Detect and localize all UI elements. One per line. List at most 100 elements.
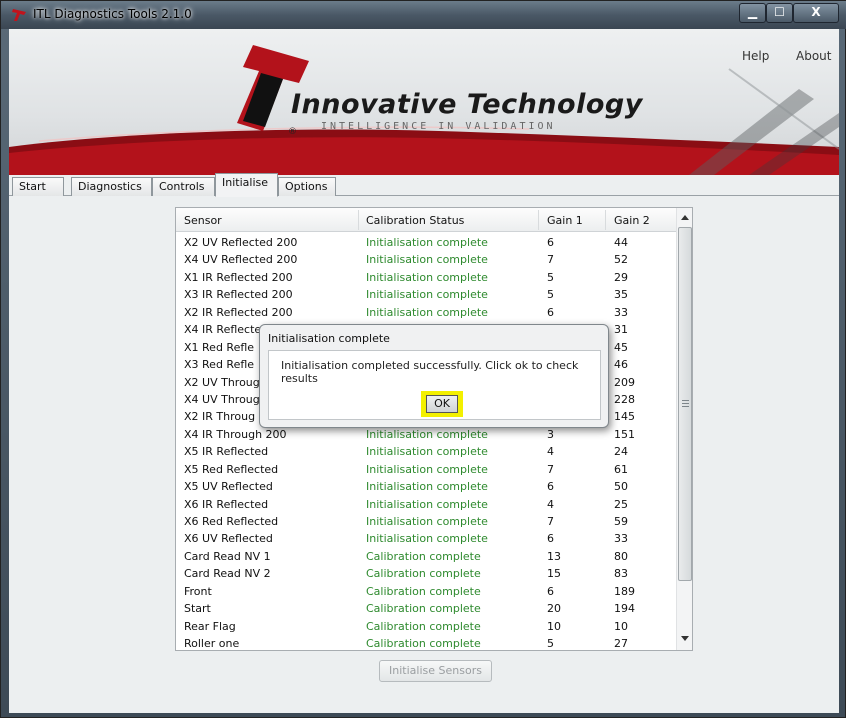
- cell-gain-1: 6: [547, 305, 554, 319]
- column-header-gain-2[interactable]: Gain 2: [614, 214, 650, 227]
- table-row[interactable]: X6 Red Reflected Initialisation complete 7…: [176, 513, 676, 530]
- cell-calibration-status: Initialisation complete: [366, 445, 488, 459]
- cell-gain-2: 151: [614, 427, 635, 441]
- table-row[interactable]: X5 Red Reflected Initialisation complete 7…: [176, 461, 676, 478]
- cell-gain-1: 7: [547, 515, 554, 528]
- brand-tagline: INTELLIGENCE IN VALIDATION: [321, 121, 556, 132]
- cell-gain-2: 46: [614, 358, 628, 372]
- scroll-grip-line: [682, 400, 689, 401]
- cell-sensor: X5 UV Reflected: [184, 480, 273, 494]
- cell-calibration-status: Calibration complete: [366, 549, 481, 563]
- scroll-grip-line: [682, 403, 689, 404]
- cell-gain-1: 4: [547, 497, 554, 511]
- cell-sensor: X4 IR Through 200: [184, 427, 287, 441]
- cell-sensor: X6 UV Reflected: [184, 532, 273, 546]
- cell-gain-2: 33: [614, 532, 628, 546]
- table-row[interactable]: X2 UV Reflected 200 Initialisation comple…: [176, 234, 676, 251]
- cell-calibration-status: Calibration complete: [366, 584, 481, 598]
- table-row[interactable]: X4 UV Reflected 200 Initialisation comple…: [176, 251, 676, 268]
- cell-calibration-status: Initialisation complete: [366, 480, 488, 494]
- tab-initialise[interactable]: Initialise: [215, 173, 278, 197]
- table-row[interactable]: X5 IR Reflected Initialisation complete 4 2…: [176, 443, 676, 460]
- initialisation-dialog: Initialisation complete Initialisation c…: [259, 324, 609, 428]
- about-menu[interactable]: About: [796, 49, 831, 63]
- cell-sensor: Roller one: [184, 637, 240, 651]
- cell-gain-1: 15: [547, 567, 561, 581]
- cell-gain-2: 145: [614, 410, 635, 424]
- cell-gain-1: 5: [547, 270, 554, 284]
- cell-gain-2: 50: [614, 480, 628, 494]
- cell-sensor: X3 Red Refle: [184, 358, 255, 372]
- cell-calibration-status: Initialisation complete: [366, 532, 488, 546]
- scrollbar-thumb[interactable]: [678, 227, 692, 581]
- column-header-calibration-status[interactable]: Calibration Status: [366, 214, 464, 227]
- table-row[interactable]: X1 IR Reflected 200 Initialisation comple…: [176, 269, 676, 286]
- app-window: ITL Diagnostics Tools 2.1.0 ▁ ☐ X ® Inno…: [0, 0, 846, 718]
- scroll-up-arrow-icon[interactable]: [681, 215, 689, 220]
- column-header-gain-1[interactable]: Gain 1: [547, 214, 583, 227]
- cell-gain-1: 4: [547, 445, 554, 459]
- tab-diagnostics[interactable]: Diagnostics: [71, 177, 152, 196]
- table-row[interactable]: Front Calibration complete 6 189: [176, 583, 676, 600]
- cell-gain-1: 20: [547, 602, 561, 616]
- cell-sensor: X2 UV Reflected 200: [184, 236, 298, 249]
- minimize-button[interactable]: ▁: [739, 3, 766, 23]
- maximize-button[interactable]: ☐: [766, 3, 793, 23]
- table-row[interactable]: X2 IR Reflected 200 Initialisation comple…: [176, 304, 676, 321]
- cell-gain-1: 3: [547, 427, 554, 441]
- cell-gain-2: 194: [614, 602, 635, 616]
- table-row[interactable]: X3 IR Reflected 200 Initialisation comple…: [176, 286, 676, 303]
- tab-controls[interactable]: Controls: [152, 177, 215, 196]
- column-header-sensor[interactable]: Sensor: [184, 214, 222, 227]
- initialise-sensors-button[interactable]: Initialise Sensors: [379, 660, 492, 682]
- table-row[interactable]: X6 IR Reflected Initialisation complete 4 2…: [176, 496, 676, 513]
- cell-sensor: X2 UV Throug: [184, 375, 260, 389]
- cell-sensor: X1 Red Refle: [184, 340, 255, 354]
- cell-calibration-status: Initialisation complete: [366, 270, 488, 284]
- cell-sensor: X4 IR Reflecte: [184, 323, 262, 337]
- cell-calibration-status: Calibration complete: [366, 619, 481, 633]
- cell-gain-1: 7: [547, 462, 554, 476]
- cell-sensor: X6 IR Reflected: [184, 497, 269, 511]
- cell-sensor: Card Read NV 1: [184, 549, 271, 563]
- table-row[interactable]: Roller one Calibration complete 5 27: [176, 635, 676, 651]
- table-row[interactable]: Card Read NV 2 Calibration complete 15 83: [176, 565, 676, 582]
- cell-gain-1: 5: [547, 288, 554, 302]
- cell-gain-2: 33: [614, 305, 628, 319]
- table-row[interactable]: X5 UV Reflected Initialisation complete 6 5…: [176, 478, 676, 495]
- cell-gain-2: 27: [614, 637, 628, 651]
- column-divider: [358, 210, 359, 230]
- vertical-scrollbar[interactable]: [676, 208, 692, 650]
- cell-gain-1: 5: [547, 637, 554, 651]
- cell-gain-2: 24: [614, 445, 628, 459]
- table-row[interactable]: Card Read NV 1 Calibration complete 13 80: [176, 548, 676, 565]
- cell-gain-2: 45: [614, 340, 628, 354]
- table-row[interactable]: X6 UV Reflected Initialisation complete 6 3…: [176, 530, 676, 547]
- help-menu[interactable]: Help: [742, 49, 769, 63]
- table-row[interactable]: X4 IR Through 200 Initialisation complete…: [176, 426, 676, 443]
- cell-gain-1: 10: [547, 619, 561, 633]
- cell-gain-2: 52: [614, 253, 628, 267]
- tab-start[interactable]: Start: [12, 177, 64, 196]
- cell-calibration-status: Initialisation complete: [366, 288, 488, 302]
- cell-gain-2: 228: [614, 392, 635, 406]
- ok-button[interactable]: OK: [426, 395, 458, 413]
- sensor-table[interactable]: Sensor Calibration Status Gain 1 Gain 2 …: [175, 207, 693, 651]
- column-divider: [538, 210, 539, 230]
- title-bar[interactable]: ITL Diagnostics Tools 2.1.0 ▁ ☐ X: [1, 1, 846, 29]
- cell-gain-2: 10: [614, 619, 628, 633]
- table-row[interactable]: Rear Flag Calibration complete 10 10: [176, 618, 676, 635]
- cell-gain-1: 13: [547, 549, 561, 563]
- cell-sensor: X4 UV Reflected 200: [184, 253, 298, 267]
- column-divider: [605, 210, 606, 230]
- cell-gain-2: 31: [614, 323, 628, 337]
- tab-options[interactable]: Options: [278, 177, 336, 196]
- cell-sensor: X1 IR Reflected 200: [184, 270, 293, 284]
- header-banner: ® Innovative Technology INTELLIGENCE IN …: [9, 29, 839, 175]
- table-row[interactable]: Start Calibration complete 20 194: [176, 600, 676, 617]
- close-button[interactable]: X: [793, 3, 839, 23]
- cell-gain-2: 189: [614, 584, 635, 598]
- client-area: ® Innovative Technology INTELLIGENCE IN …: [9, 29, 839, 713]
- scroll-down-arrow-icon[interactable]: [681, 636, 689, 641]
- cell-sensor: X6 Red Reflected: [184, 515, 279, 528]
